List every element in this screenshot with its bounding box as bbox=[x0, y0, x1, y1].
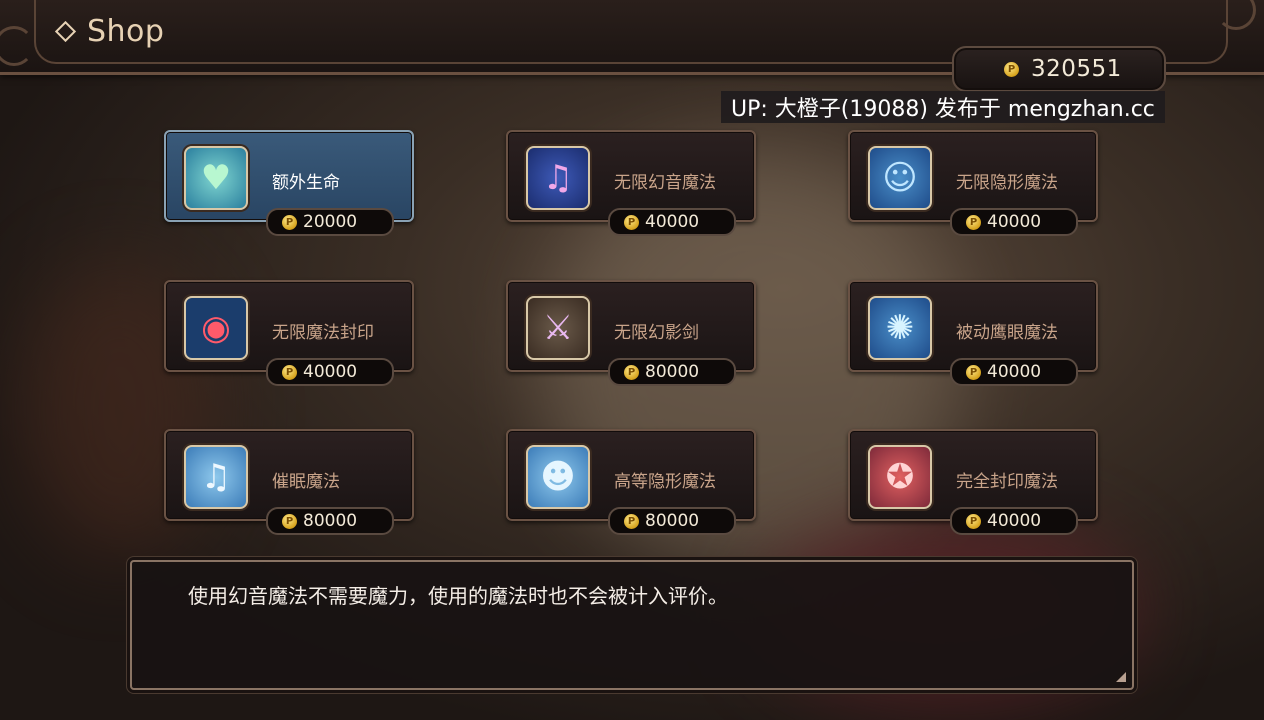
item-price: P 80000 bbox=[608, 507, 736, 535]
description-box: 使用幻音魔法不需要魔力，使用的魔法时也不会被计入评价。 bbox=[130, 560, 1134, 690]
item-name: 完全封印魔法 bbox=[956, 472, 1058, 492]
item-price-value: 80000 bbox=[303, 511, 358, 531]
currency-amount: 320551 bbox=[1031, 56, 1122, 82]
item-price-value: 40000 bbox=[987, 212, 1042, 232]
coin-icon: P bbox=[624, 513, 639, 529]
double-invisible-icon: ☻ bbox=[526, 445, 590, 509]
coin-icon: P bbox=[966, 364, 981, 380]
item-price-value: 20000 bbox=[303, 212, 358, 232]
item-name: 催眠魔法 bbox=[272, 472, 340, 492]
item-price: P 20000 bbox=[266, 208, 394, 236]
item-name: 额外生命 bbox=[272, 173, 340, 193]
magic-seal-orb-icon: ◉ bbox=[184, 296, 248, 360]
coin-icon: P bbox=[282, 513, 297, 529]
invisible-person-icon: ☺ bbox=[868, 146, 932, 210]
coin-icon: P bbox=[1004, 61, 1019, 77]
coin-icon: P bbox=[966, 214, 981, 230]
item-price: P 40000 bbox=[950, 208, 1078, 236]
shop-item-passive-hawk-eye[interactable]: ✺ 被动鹰眼魔法 P 40000 bbox=[848, 280, 1098, 386]
item-price: P 40000 bbox=[608, 208, 736, 236]
item-price-value: 80000 bbox=[645, 511, 700, 531]
shop-item-extra-life[interactable]: ♥ 额外生命 P 20000 bbox=[164, 130, 414, 236]
watermark: UP: 大橙子(19088) 发布于 mengzhan.cc bbox=[721, 91, 1165, 123]
complete-seal-icon: ✪ bbox=[868, 445, 932, 509]
item-price: P 40000 bbox=[266, 358, 394, 386]
item-price: P 80000 bbox=[608, 358, 736, 386]
coin-icon: P bbox=[624, 214, 639, 230]
item-name: 无限幻音魔法 bbox=[614, 173, 716, 193]
coin-icon: P bbox=[282, 214, 297, 230]
coin-icon: P bbox=[282, 364, 297, 380]
currency-display: P 320551 bbox=[952, 46, 1166, 92]
hypnosis-note-icon: ♫ bbox=[184, 445, 248, 509]
item-name: 无限隐形魔法 bbox=[956, 173, 1058, 193]
item-name: 无限幻影剑 bbox=[614, 323, 699, 343]
shop-item-infinite-illusion-sound[interactable]: ♫ 无限幻音魔法 P 40000 bbox=[506, 130, 756, 236]
item-price-value: 80000 bbox=[645, 362, 700, 382]
item-price-value: 40000 bbox=[645, 212, 700, 232]
shop-item-hypnosis[interactable]: ♫ 催眠魔法 P 80000 bbox=[164, 429, 414, 535]
item-name: 被动鹰眼魔法 bbox=[956, 323, 1058, 343]
item-price: P 40000 bbox=[950, 358, 1078, 386]
sword-icon: ⚔ bbox=[526, 296, 590, 360]
shop-item-infinite-magic-seal[interactable]: ◉ 无限魔法封印 P 40000 bbox=[164, 280, 414, 386]
page-title: Shop bbox=[54, 14, 165, 49]
item-price-value: 40000 bbox=[987, 362, 1042, 382]
left-ornament bbox=[0, 26, 34, 66]
corner-ornament bbox=[1116, 672, 1126, 682]
music-note-icon: ♫ bbox=[526, 146, 590, 210]
item-price-value: 40000 bbox=[303, 362, 358, 382]
item-price: P 40000 bbox=[950, 507, 1078, 535]
shop-item-complete-seal[interactable]: ✪ 完全封印魔法 P 40000 bbox=[848, 429, 1098, 535]
item-name: 高等隐形魔法 bbox=[614, 472, 716, 492]
item-price-value: 40000 bbox=[987, 511, 1042, 531]
item-name: 无限魔法封印 bbox=[272, 323, 374, 343]
hawk-eye-icon: ✺ bbox=[868, 296, 932, 360]
shop-item-advanced-invisibility[interactable]: ☻ 高等隐形魔法 P 80000 bbox=[506, 429, 756, 535]
item-price: P 80000 bbox=[266, 507, 394, 535]
coin-icon: P bbox=[966, 513, 981, 529]
shop-item-infinite-phantom-sword[interactable]: ⚔ 无限幻影剑 P 80000 bbox=[506, 280, 756, 386]
diamond-icon bbox=[54, 20, 77, 43]
coin-icon: P bbox=[624, 364, 639, 380]
description-text: 使用幻音魔法不需要魔力，使用的魔法时也不会被计入评价。 bbox=[188, 584, 728, 608]
heart-icon: ♥ bbox=[184, 146, 248, 210]
shop-item-infinite-invisibility[interactable]: ☺ 无限隐形魔法 P 40000 bbox=[848, 130, 1098, 236]
page-title-text: Shop bbox=[87, 14, 165, 49]
